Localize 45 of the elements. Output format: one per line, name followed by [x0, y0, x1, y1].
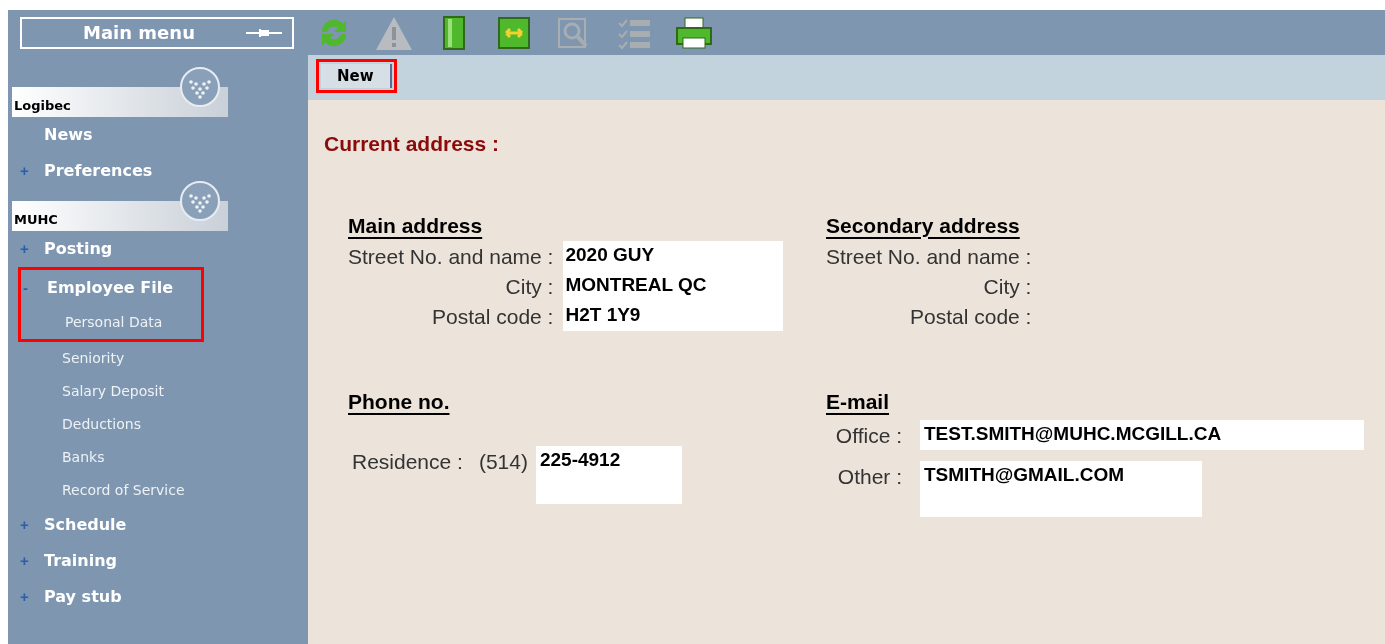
submenu-item[interactable]: Seniority — [62, 348, 125, 369]
menu-item[interactable]: Pay stub — [44, 585, 122, 609]
submenu-item[interactable]: Deductions — [62, 414, 141, 435]
tree-toggle[interactable]: + — [20, 513, 34, 537]
value-field: H2T 1Y9 — [563, 301, 784, 331]
section-heading: E-mail — [826, 389, 890, 415]
tree-toggle[interactable]: - — [23, 276, 37, 300]
submenu-item[interactable]: Personal Data — [65, 312, 163, 333]
section-heading: Secondary address — [826, 212, 1020, 239]
menu-item[interactable]: Training — [44, 549, 118, 573]
value-field: MONTREAL QC — [563, 271, 784, 301]
field-label: Postal code : — [431, 304, 555, 330]
field-label: Street No. and name : — [348, 244, 555, 270]
menu-item[interactable]: Posting — [44, 237, 113, 261]
submenu-item[interactable]: Record of Service — [62, 480, 185, 501]
tree-toggle[interactable]: + — [20, 237, 34, 261]
pin-icon — [246, 27, 282, 38]
value-field: TEST.SMITH@MUHC.MCGILL.CA — [920, 419, 1364, 450]
field-label: City : — [983, 274, 1032, 300]
field-label: Other : — [836, 464, 903, 490]
dotted-globe-icon — [178, 179, 222, 223]
submenu-item[interactable]: Salary Deposit — [62, 381, 164, 402]
field-label: Residence : — [352, 448, 463, 475]
section-heading: Main address — [348, 212, 483, 239]
new-tab[interactable]: New — [321, 64, 392, 89]
field-label: Office : — [834, 422, 903, 449]
section-title: Current address : — [324, 131, 500, 157]
tree-toggle[interactable]: + — [20, 585, 34, 609]
submenu-item[interactable]: Banks — [62, 447, 105, 468]
tree-toggle[interactable]: + — [20, 159, 34, 183]
menu-item[interactable]: News — [44, 123, 93, 147]
field-label: Postal code : — [910, 304, 1032, 330]
section-heading: Phone no. — [348, 389, 450, 415]
value-field: 225-4912 — [535, 445, 682, 504]
area-code: (514) — [478, 448, 528, 475]
main-menu-button[interactable]: Main menu — [20, 16, 294, 49]
menu-item[interactable]: Preferences — [44, 159, 153, 183]
menu-item[interactable]: Schedule — [44, 513, 127, 537]
field-label: Street No. and name : — [826, 244, 1032, 270]
value-field: TSMITH@GMAIL.COM — [920, 461, 1202, 517]
menu-item[interactable]: Employee File — [47, 276, 173, 300]
value-field: 2020 GUY — [563, 241, 784, 271]
tree-toggle[interactable]: + — [20, 549, 34, 573]
field-label: City : — [504, 274, 555, 300]
dotted-globe-icon — [178, 65, 222, 109]
